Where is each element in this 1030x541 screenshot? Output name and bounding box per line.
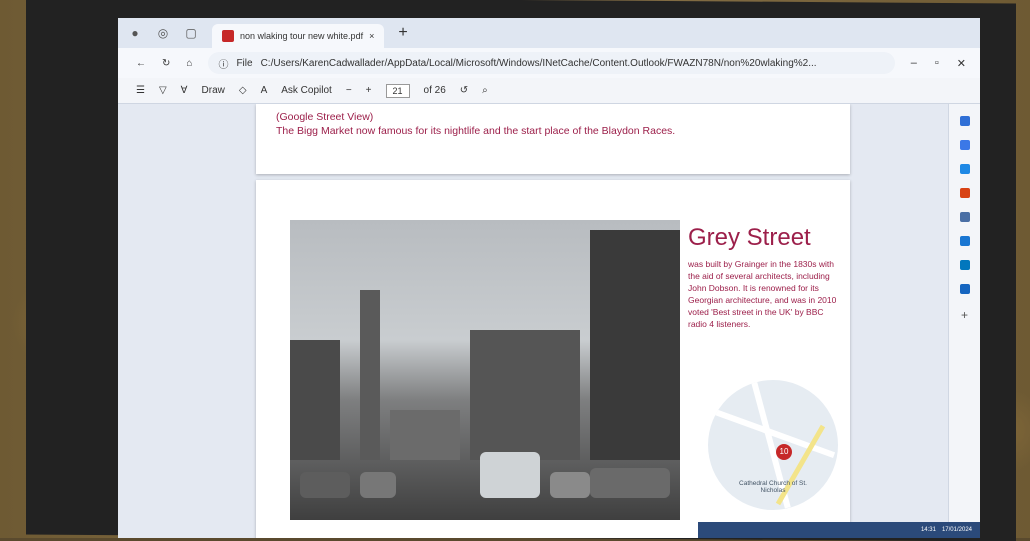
info-icon: ⓘ [218, 56, 228, 71]
pdf-icon [222, 30, 234, 42]
pdf-toolbar: ☰ ▽ ∀ Draw ◇ A Ask Copilot − + 21 of 26 … [118, 78, 980, 104]
window-controls: – ▫ ✕ [911, 57, 980, 70]
address-url: C:/Users/KarenCadwallader/AppData/Local/… [261, 58, 817, 69]
contents-icon[interactable]: ☰ [136, 85, 145, 96]
building-distant [390, 410, 460, 460]
close-window-icon[interactable]: ✕ [957, 57, 966, 70]
van [480, 452, 540, 498]
home-icon[interactable]: ⌂ [186, 58, 192, 69]
map-circle: 10 Cathedral Church of St. Nicholas [708, 380, 838, 510]
zoom-in-button[interactable]: + [366, 85, 372, 96]
refresh-icon[interactable]: ↻ [162, 58, 170, 69]
close-tab-button[interactable]: × [369, 31, 374, 41]
address-label: File [236, 58, 252, 69]
page-total: of 26 [424, 85, 446, 96]
games-icon[interactable] [960, 260, 970, 270]
tab-bar: ● ◎ ▢ non wlaking tour new white.pdf × + [118, 18, 980, 48]
car [550, 472, 590, 498]
tab-pdf[interactable]: non wlaking tour new white.pdf × [212, 24, 384, 48]
monument-column [360, 290, 380, 460]
address-bar[interactable]: ⓘ File C:/Users/KarenCadwallader/AppData… [208, 52, 894, 74]
read-aloud-icon[interactable]: A [261, 85, 268, 96]
map-label: Cathedral Church of St. Nicholas [738, 480, 808, 494]
profile-icon[interactable]: ● [128, 26, 142, 40]
highlight-icon[interactable]: ▽ [159, 85, 167, 96]
zoom-out-button[interactable]: − [346, 85, 352, 96]
pdf-page-current: Grey Street was built by Grainger in the… [256, 180, 850, 538]
workspaces-icon[interactable]: ◎ [156, 26, 170, 40]
draw-button[interactable]: Draw [202, 85, 225, 96]
prev-page-line1: (Google Street View) [276, 110, 830, 124]
projected-screen: ● ◎ ▢ non wlaking tour new white.pdf × +… [118, 18, 980, 538]
draw-icon[interactable]: ∀ [181, 85, 188, 96]
pdf-viewer[interactable]: (Google Street View) The Bigg Market now… [118, 104, 948, 538]
taskbar-time: 14:31 [921, 527, 936, 533]
search-sidebar-icon[interactable] [960, 140, 970, 150]
tools-icon[interactable] [960, 284, 970, 294]
page-number-input[interactable]: 21 [386, 84, 410, 98]
page-title: Grey Street [688, 224, 811, 252]
map-marker: 10 [776, 444, 792, 460]
building-ornate [470, 330, 580, 460]
edge-sidebar: + [948, 104, 980, 538]
pdf-page-prev: (Google Street View) The Bigg Market now… [256, 104, 850, 174]
search-icon[interactable]: ⌕ [482, 85, 488, 96]
grey-street-photo [290, 220, 680, 520]
tab-title: non wlaking tour new white.pdf [240, 31, 363, 41]
car [590, 468, 670, 498]
add-sidebar-icon[interactable]: + [961, 308, 968, 322]
taskbar-date: 17/01/2024 [942, 527, 972, 533]
maximize-icon[interactable]: ▫ [935, 57, 939, 70]
page-description: was built by Grainger in the 1830s with … [688, 258, 838, 330]
rotate-icon[interactable]: ↺ [460, 85, 468, 96]
taskbar: 14:31 17/01/2024 [698, 522, 980, 538]
back-icon[interactable]: ← [136, 58, 146, 69]
shopping-icon[interactable] [960, 188, 970, 198]
car [360, 472, 396, 498]
outlook-icon[interactable] [960, 236, 970, 246]
car [300, 472, 350, 498]
prev-page-line2: The Bigg Market now famous for its night… [276, 124, 830, 138]
ask-copilot-button[interactable]: Ask Copilot [281, 85, 332, 96]
tag-icon[interactable] [960, 164, 970, 174]
building-right [590, 230, 680, 460]
people-icon[interactable] [960, 212, 970, 222]
building-left [290, 340, 340, 460]
tab-actions-icon[interactable]: ▢ [184, 26, 198, 40]
erase-icon[interactable]: ◇ [239, 85, 247, 96]
copilot-icon[interactable] [960, 116, 970, 126]
minimize-icon[interactable]: – [911, 57, 917, 70]
new-tab-button[interactable]: + [398, 24, 407, 42]
address-bar-row: ← ↻ ⌂ ⓘ File C:/Users/KarenCadwallader/A… [118, 48, 980, 78]
